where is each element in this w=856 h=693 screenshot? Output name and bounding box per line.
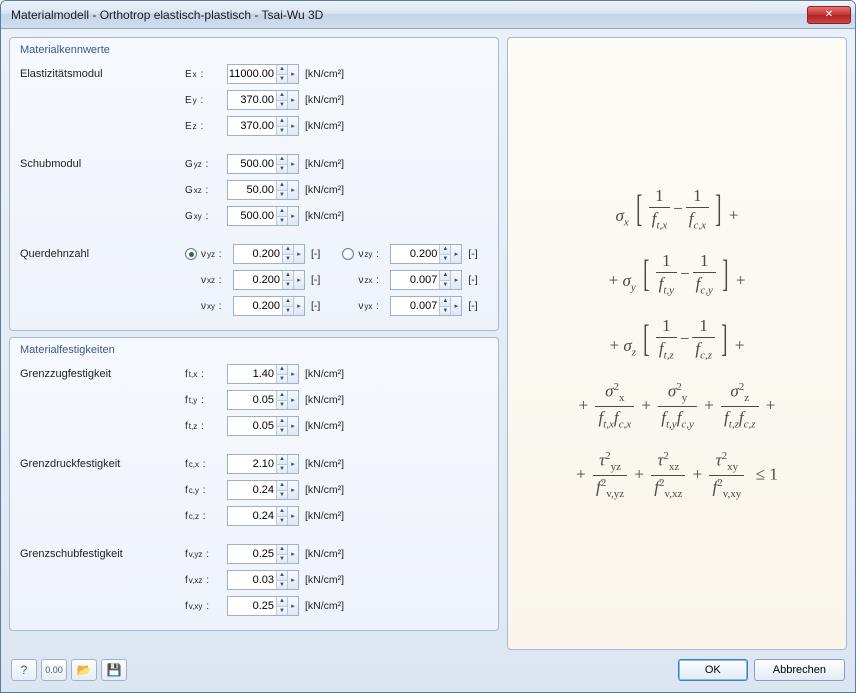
group-materialkennwerte: Materialkennwerte Elastizitätsmodul Ex :… [9,37,499,331]
titlebar: Materialmodell - Orthotrop elastisch-pla… [1,1,855,29]
input-vzy[interactable]: ▲▼▸ [390,244,462,264]
symbol-fcx: fc,x : [185,459,227,470]
input-Gxz[interactable]: ▲▼▸ [227,180,299,200]
symbol-vyz: νyz : [201,249,233,260]
group-materialfestigkeiten: Materialfestigkeiten Grenzzugfestigkeit … [9,337,499,631]
unit-kncm2: [kN/cm²] [305,68,344,80]
input-Ez[interactable]: ▲▼▸ [227,116,299,136]
input-Gyz[interactable]: ▲▼▸ [227,154,299,174]
label-grenzschubfestigkeit: Grenzschubfestigkeit [20,548,185,560]
tsai-wu-formula: σx [ 1ft,x − 1fc,x ] + + σy [ 1ft,y − 1f… [576,168,778,519]
input-fcy[interactable]: ▲▼▸ [227,480,299,500]
label-grenzdruckfestigkeit: Grenzdruckfestigkeit [20,458,185,470]
symbol-fvxy: fv,xy : [185,601,227,612]
symbol-fty: ft,y : [185,395,227,406]
input-Gxy[interactable]: ▲▼▸ [227,206,299,226]
cancel-button[interactable]: Abbrechen [754,659,845,681]
symbol-vxy: νxy : [201,301,233,312]
spin-ext-icon[interactable]: ▸ [287,65,298,83]
input-vzx[interactable]: ▲▼▸ [390,270,462,290]
symbol-fcz: fc,z : [185,511,227,522]
spin-up-icon[interactable]: ▲ [277,65,287,74]
ok-button[interactable]: OK [678,659,748,681]
symbol-vzy: νzy : [358,249,390,260]
label-grenzzugfestigkeit: Grenzzugfestigkeit [20,368,185,380]
label-elastizitaetsmodul: Elastizitätsmodul [20,68,185,80]
input-vyz[interactable]: ▲▼▸ [233,244,305,264]
label-schubmodul: Schubmodul [20,158,185,170]
symbol-fvyz: fv,yz : [185,549,227,560]
input-ftz[interactable]: ▲▼▸ [227,416,299,436]
input-ftx[interactable]: ▲▼▸ [227,364,299,384]
symbol-Gyz: Gyz : [185,159,227,170]
symbol-Ez: Ez : [185,121,227,132]
symbol-fcy: fc,y : [185,485,227,496]
input-vxz[interactable]: ▲▼▸ [233,270,305,290]
input-fcx[interactable]: ▲▼▸ [227,454,299,474]
content-area: Materialkennwerte Elastizitätsmodul Ex :… [1,29,855,692]
symbol-vzx: νzx : [358,275,390,286]
save-tool-button[interactable]: 💾 [101,659,127,681]
input-fvxy[interactable]: ▲▼▸ [227,596,299,616]
group-title-materialfestigkeiten: Materialfestigkeiten [20,344,488,356]
input-fvyz[interactable]: ▲▼▸ [227,544,299,564]
spin-down-icon[interactable]: ▼ [277,74,287,83]
folder-open-icon: 📂 [77,663,92,677]
symbol-vxz: νxz : [201,275,233,286]
help-icon: ? [21,663,28,677]
input-Ey[interactable]: ▲▼▸ [227,90,299,110]
symbol-ftx: ft,x : [185,369,227,380]
import-button[interactable]: 📂 [71,659,97,681]
parameters-column: Materialkennwerte Elastizitätsmodul Ex :… [9,37,499,650]
input-vxy[interactable]: ▲▼▸ [233,296,305,316]
input-fty[interactable]: ▲▼▸ [227,390,299,410]
close-icon: ✕ [825,9,833,20]
radio-vzy[interactable] [342,248,354,260]
input-fvxz[interactable]: ▲▼▸ [227,570,299,590]
close-button[interactable]: ✕ [807,6,851,24]
group-title-materialkennwerte: Materialkennwerte [20,44,488,56]
columns: Materialkennwerte Elastizitätsmodul Ex :… [9,37,847,650]
input-Ex[interactable]: ▲▼▸ [227,64,299,84]
label-querdehnzahl: Querdehnzahl [20,248,185,260]
symbol-Ey: Ey : [185,95,227,106]
input-vyx[interactable]: ▲▼▸ [390,296,462,316]
symbol-Gxy: Gxy : [185,211,227,222]
symbol-Gxz: Gxz : [185,185,227,196]
radio-vyz[interactable] [185,248,197,260]
units-button[interactable]: 0.00 [41,659,67,681]
ruler-icon: 0.00 [45,665,63,675]
save-icon: 💾 [107,663,122,677]
symbol-Ex: Ex : [185,69,227,80]
formula-column: σx [ 1ft,x − 1fc,x ] + + σy [ 1ft,y − 1f… [507,37,847,650]
input-fcz[interactable]: ▲▼▸ [227,506,299,526]
symbol-ftz: ft,z : [185,421,227,432]
footer: ? 0.00 📂 💾 OK Abbrechen [9,650,847,684]
help-button[interactable]: ? [11,659,37,681]
formula-panel: σx [ 1ft,x − 1fc,x ] + + σy [ 1ft,y − 1f… [507,37,847,650]
symbol-fvxz: fv,xz : [185,575,227,586]
window-title: Materialmodell - Orthotrop elastisch-pla… [11,8,807,22]
symbol-vyx: νyx : [358,301,390,312]
